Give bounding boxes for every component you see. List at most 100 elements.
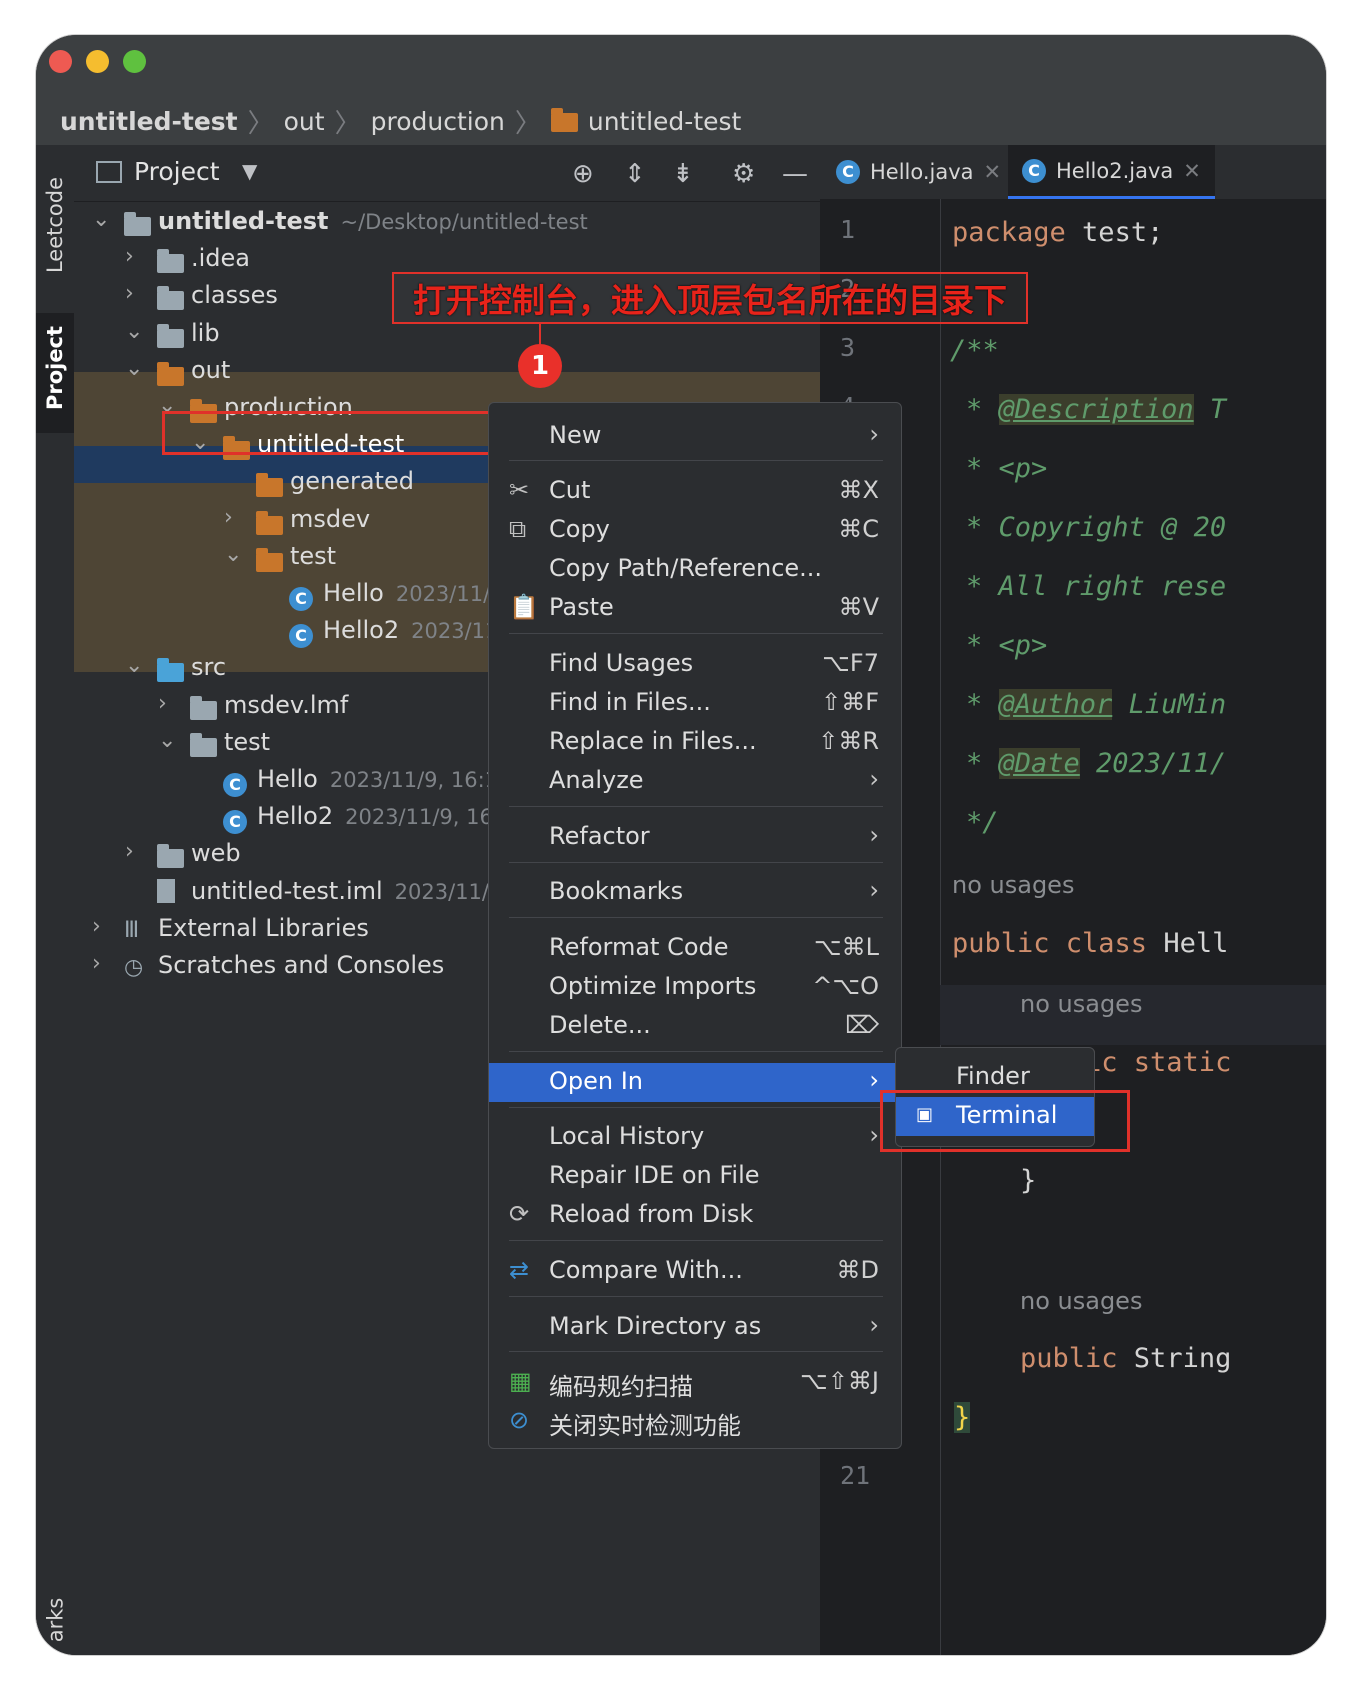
chevron-down-icon[interactable]: ⌄ — [125, 653, 143, 678]
menu-item[interactable]: Copy Path/Reference... — [489, 550, 901, 589]
inlay-hint[interactable]: no usages — [1020, 990, 1142, 1018]
close-icon[interactable]: ✕ — [1183, 159, 1201, 183]
menu-item[interactable]: Find Usages ⌥F7 — [489, 645, 901, 684]
menu-item[interactable]: Find in Files... ⇧⌘F — [489, 684, 901, 723]
chevron-down-icon[interactable]: ⌄ — [224, 542, 242, 567]
gear-icon[interactable]: ⚙ — [732, 159, 755, 189]
tab-hello-java[interactable]: C Hello.java ✕ — [836, 145, 1001, 199]
folder-icon — [256, 473, 283, 502]
breadcrumb-item[interactable]: production — [371, 107, 505, 136]
menu-item[interactable]: Open In › — [489, 1063, 901, 1102]
tool-tab-label: Leetcode — [43, 176, 67, 274]
minimize-window-button[interactable] — [86, 50, 109, 73]
tree-label: Hello — [323, 579, 384, 607]
tree-row-label: msdev.lmf — [224, 691, 360, 719]
chevron-down-icon[interactable]: ⌄ — [92, 207, 110, 232]
tab-hello2-java[interactable]: C Hello2.java ✕ — [1008, 145, 1215, 199]
breadcrumb-item[interactable]: out — [284, 107, 325, 136]
scratches-icon: ◷ — [124, 955, 144, 980]
menu-item[interactable]: ⇄ Compare With... ⌘D — [489, 1252, 901, 1291]
code-line[interactable]: package test; — [952, 217, 1163, 248]
chevron-right-icon[interactable]: › — [92, 914, 101, 939]
folder-icon — [157, 286, 184, 316]
tree-label: untitled-test — [158, 207, 329, 235]
menu-item[interactable]: ⧉ Copy ⌘C — [489, 511, 901, 550]
chevron-down-icon[interactable]: ⌄ — [125, 319, 143, 344]
menu-item-label: Bookmarks — [549, 877, 684, 905]
tool-tab-leetcode[interactable]: Leetcode — [36, 155, 74, 295]
menu-item[interactable]: Replace in Files... ⇧⌘R — [489, 723, 901, 762]
menu-item[interactable]: Optimize Imports ^⌥O — [489, 968, 901, 1007]
folder-icon — [550, 107, 578, 132]
crosshair-icon[interactable]: ⊕ — [572, 159, 594, 189]
menu-item-label: Repair IDE on File — [549, 1161, 760, 1189]
code-line[interactable]: * @Description T — [966, 394, 1226, 425]
menu-item[interactable]: Analyze › — [489, 762, 901, 801]
menu-item-label: Compare With... — [549, 1256, 743, 1284]
code-line[interactable]: * @Date 2023/11/ — [966, 748, 1226, 779]
tool-tab-project[interactable]: Project — [36, 313, 74, 433]
chevron-right-icon[interactable]: › — [125, 281, 134, 306]
menu-item-label: Mark Directory as — [549, 1312, 762, 1340]
tree-row-label: test — [290, 542, 348, 570]
code-line[interactable]: public class Hell — [952, 928, 1228, 959]
java-class-icon: C — [223, 768, 247, 797]
tree-row[interactable]: ⌄ out — [74, 354, 820, 391]
menu-item-shortcut: ⌥⌘L — [813, 933, 879, 961]
menu-item[interactable]: ⟳ Reload from Disk — [489, 1196, 901, 1235]
minimize-icon[interactable]: — — [782, 159, 808, 189]
breadcrumb-item[interactable]: untitled-test — [588, 107, 741, 136]
menu-item[interactable]: ⊘ 关闭实时检测功能 — [489, 1402, 901, 1441]
collapse-all-icon[interactable]: ⇟ — [672, 159, 694, 189]
code-line[interactable]: * <p> — [966, 453, 1047, 484]
tree-row-label: lib — [191, 319, 232, 347]
chevron-right-icon[interactable]: › — [92, 951, 101, 976]
chevron-right-icon[interactable]: › — [158, 691, 167, 716]
inlay-hint[interactable]: no usages — [1020, 1287, 1142, 1315]
code-line[interactable]: * Copyright @ 20 — [966, 512, 1226, 543]
inlay-hint[interactable]: no usages — [952, 871, 1074, 899]
menu-item-label: Optimize Imports — [549, 972, 757, 1000]
code-line[interactable]: } — [1020, 1165, 1036, 1196]
chevron-down-icon[interactable]: ⌄ — [125, 356, 143, 381]
breadcrumb-item[interactable]: untitled-test — [60, 107, 238, 136]
code-line[interactable]: * All right rese — [966, 571, 1226, 602]
menu-item[interactable]: Local History › — [489, 1118, 901, 1157]
menu-item[interactable]: Delete... ⌦ — [489, 1007, 901, 1046]
menu-item[interactable]: Bookmarks › — [489, 873, 901, 912]
menu-item[interactable]: Mark Directory as › — [489, 1308, 901, 1347]
code-line[interactable]: } — [954, 1402, 971, 1433]
java-class-icon: C — [1022, 158, 1046, 183]
expand-all-icon[interactable]: ⇕ — [624, 159, 646, 189]
tree-label: classes — [191, 281, 278, 310]
menu-item[interactable]: ▦ 编码规约扫描 ⌥⇧⌘J — [489, 1363, 901, 1402]
menu-item[interactable]: ✂ Cut ⌘X — [489, 472, 901, 511]
project-panel-title[interactable]: Project — [134, 157, 220, 186]
close-window-button[interactable] — [49, 50, 72, 73]
dropdown-arrow-icon[interactable]: ▼ — [242, 159, 257, 183]
menu-item[interactable]: New › — [489, 417, 901, 456]
code-line[interactable]: public String — [1020, 1343, 1231, 1374]
menu-item[interactable]: 📋 Paste ⌘V — [489, 589, 901, 628]
menu-item[interactable]: Reformat Code ⌥⌘L — [489, 929, 901, 968]
chevron-right-icon[interactable]: › — [224, 505, 233, 530]
tool-tab-bookmarks[interactable]: arks — [36, 1585, 74, 1655]
tree-label: msdev — [290, 504, 371, 533]
code-line[interactable]: * @Author LiuMin — [966, 689, 1226, 720]
code-line[interactable]: /** — [950, 335, 999, 366]
java-class-icon: C — [223, 805, 247, 835]
chevron-down-icon[interactable]: ⌄ — [158, 728, 176, 753]
menu-item[interactable]: Refactor › — [489, 818, 901, 857]
chevron-right-icon[interactable]: › — [125, 839, 134, 864]
menu-item-shortcut: ^⌥O — [812, 972, 879, 1000]
tree-row-label: .idea — [191, 244, 262, 272]
tree-row[interactable]: ⌄ untitled-test ~/Desktop/untitled-test — [74, 205, 820, 242]
code-line[interactable]: */ — [966, 807, 999, 838]
zoom-window-button[interactable] — [123, 50, 146, 73]
menu-item[interactable]: Repair IDE on File — [489, 1157, 901, 1196]
menu-separator — [509, 460, 883, 461]
close-icon[interactable]: ✕ — [984, 160, 1002, 184]
chevron-right-icon[interactable]: › — [125, 244, 134, 269]
tool-tab-label: Project — [43, 325, 68, 411]
code-line[interactable]: * <p> — [966, 630, 1047, 661]
